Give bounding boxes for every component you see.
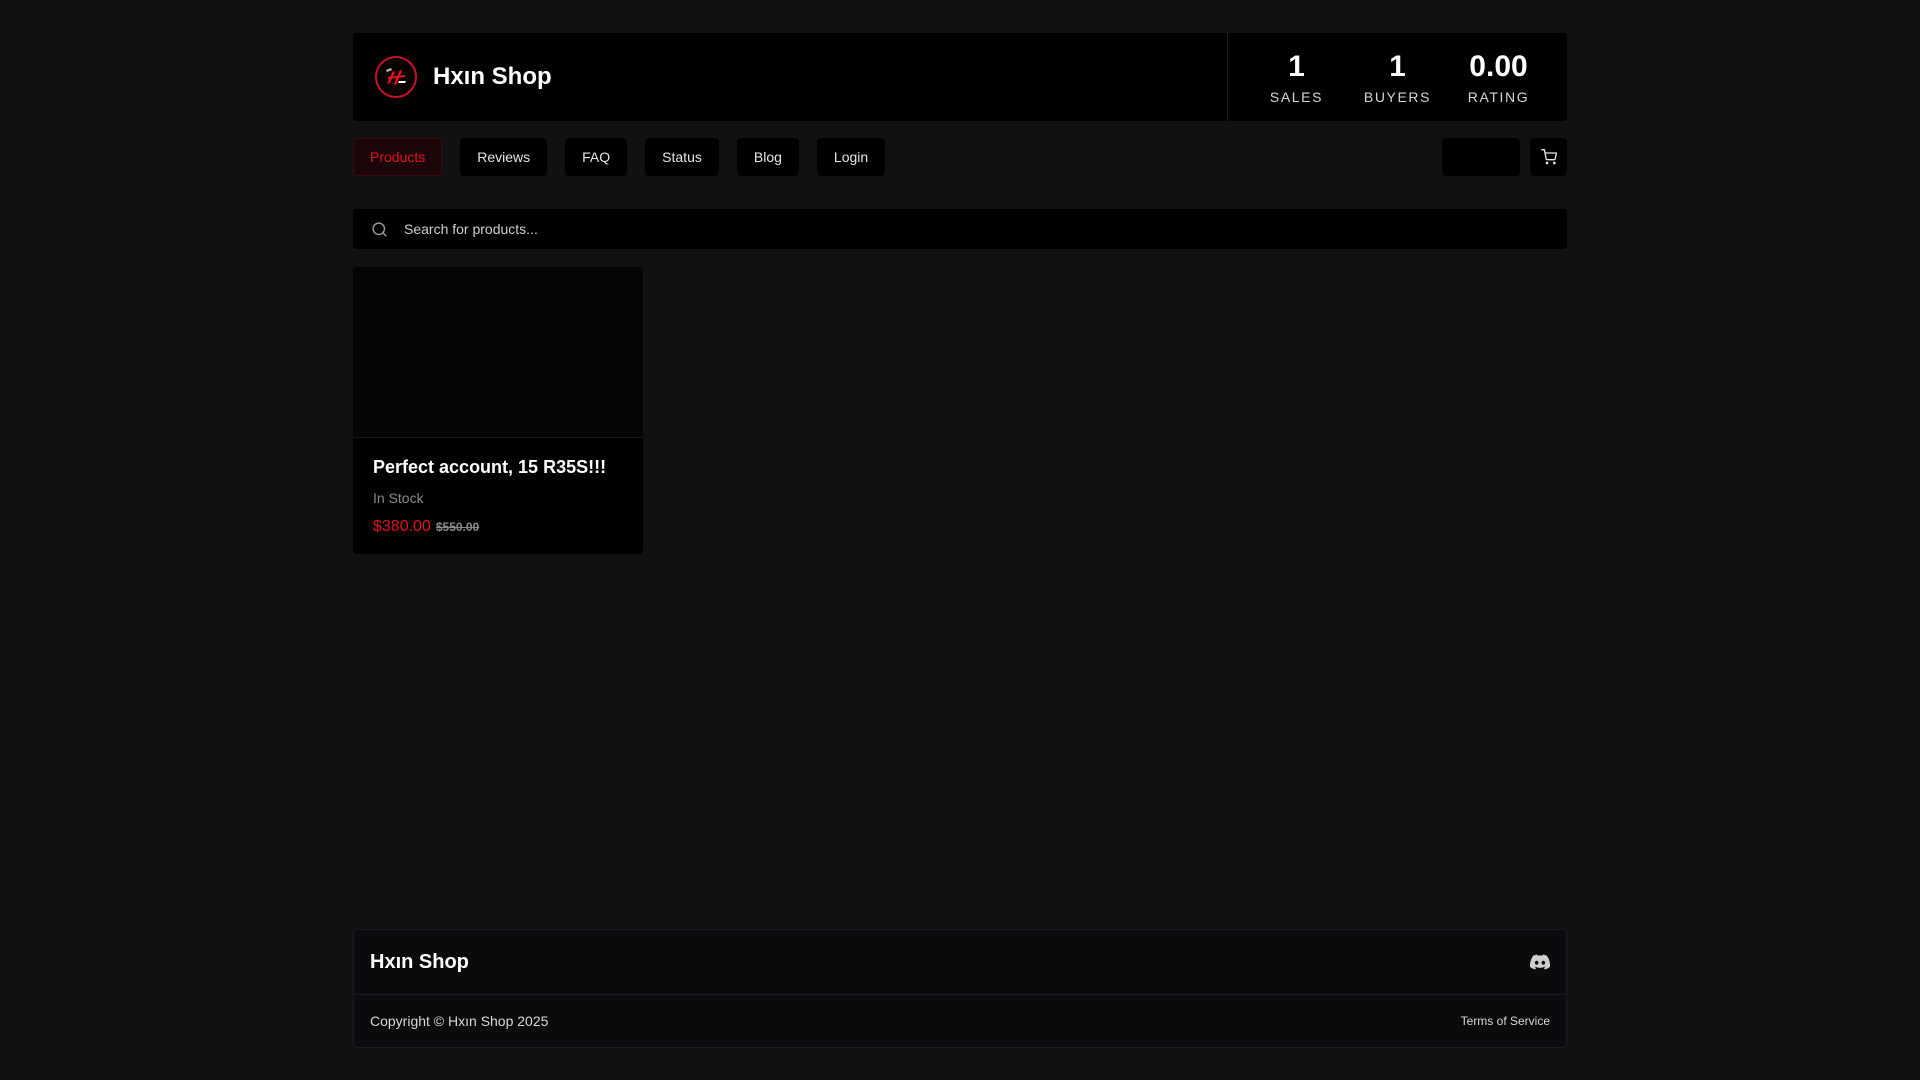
logo-mark-icon (386, 68, 406, 85)
main-nav: Products Reviews FAQ Status Blog Login (353, 138, 1567, 176)
shop-name[interactable]: Hxın Shop (433, 63, 552, 91)
stat-buyers: 1 BUYERS (1353, 50, 1443, 105)
stat-label: BUYERS (1363, 88, 1432, 105)
product-price: $380.00 $550.00 (373, 518, 623, 536)
shop-stats: 1 SALES 1 BUYERS 0.00 RATING (1227, 33, 1567, 121)
stat-sales: 1 SALES (1252, 50, 1342, 105)
current-price: $380.00 (373, 518, 431, 535)
footer-brand: Hxın Shop (370, 950, 469, 973)
copyright-text: Copyright © Hxın Shop 2025 (370, 1013, 549, 1029)
nav-products[interactable]: Products (353, 138, 443, 176)
product-info: Perfect account, 15 R35S!!! In Stock $38… (353, 438, 643, 554)
stat-label: SALES (1269, 88, 1324, 105)
search-bar (353, 209, 1567, 249)
currency-selector[interactable] (1442, 138, 1520, 176)
cart-icon (1540, 149, 1557, 165)
cart-button[interactable] (1530, 138, 1567, 176)
stock-status: In Stock (373, 490, 424, 506)
nav-blog[interactable]: Blog (736, 138, 799, 176)
brand-logo[interactable] (375, 56, 417, 98)
terms-of-service-link[interactable]: Terms of Service (1461, 1014, 1550, 1028)
footer-top: Hxın Shop (354, 930, 1566, 995)
product-title[interactable]: Perfect account, 15 R35S!!! (373, 457, 623, 478)
site-footer: Hxın Shop Copyright © Hxın Shop 2025 Ter… (353, 929, 1567, 1048)
search-input[interactable] (388, 209, 1567, 249)
brand: Hxın Shop (353, 33, 1227, 121)
nav-reviews[interactable]: Reviews (460, 138, 548, 176)
nav-status[interactable]: Status (645, 138, 719, 176)
original-price: $550.00 (435, 520, 480, 534)
stat-value: 1 (1389, 49, 1406, 83)
product-card[interactable]: Perfect account, 15 R35S!!! In Stock $38… (353, 267, 643, 554)
nav-login[interactable]: Login (816, 138, 886, 176)
stat-label: RATING (1467, 88, 1530, 105)
nav-faq[interactable]: FAQ (565, 138, 628, 176)
stat-rating: 0.00 RATING (1454, 50, 1544, 105)
product-image[interactable] (353, 267, 643, 438)
discord-icon[interactable] (1530, 954, 1550, 970)
stat-value: 0.00 (1469, 49, 1528, 83)
shop-header: Hxın Shop 1 SALES 1 BUYERS 0.00 RATING (353, 33, 1567, 121)
search-icon (372, 221, 387, 237)
footer-bottom: Copyright © Hxın Shop 2025 Terms of Serv… (354, 995, 1566, 1047)
stat-value: 1 (1288, 49, 1305, 83)
